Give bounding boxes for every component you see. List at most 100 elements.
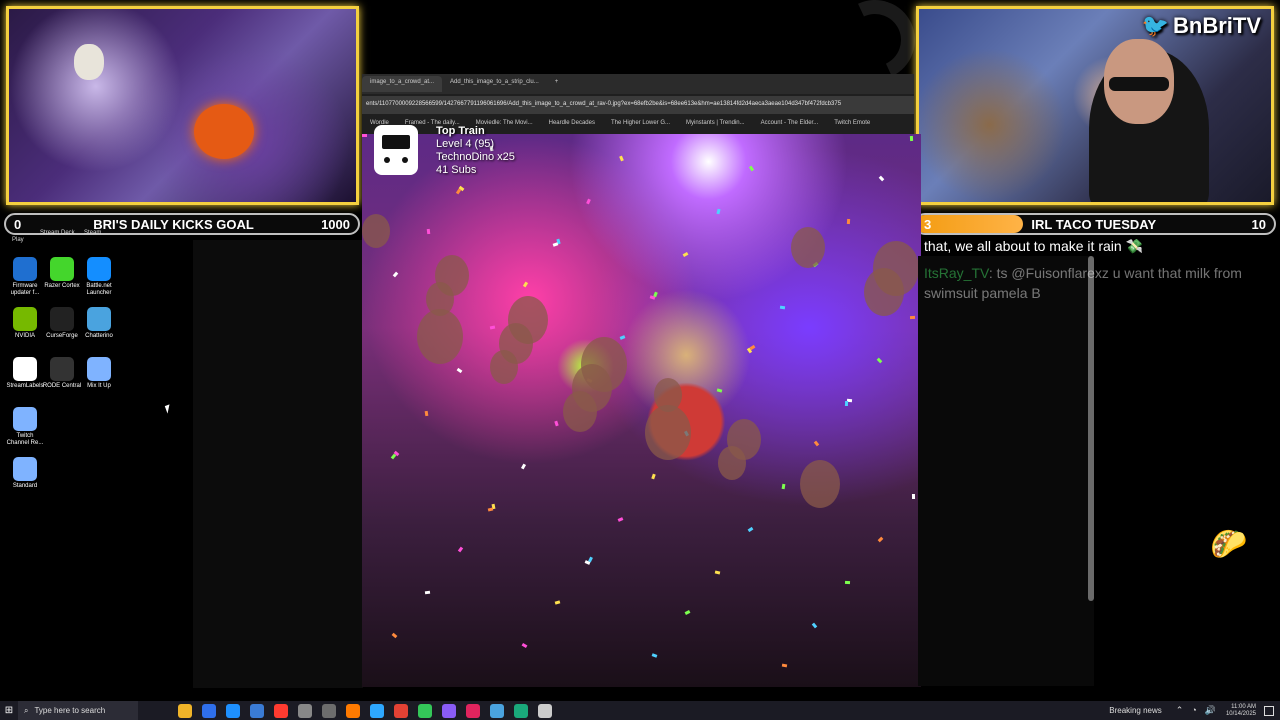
desktop-icon-5[interactable]: Chatterino <box>79 307 119 340</box>
browser-tab-2[interactable]: Add_this_image_to_a_strip_clu... <box>442 76 547 92</box>
taskbar-app-icon[interactable] <box>178 703 192 718</box>
taskbar-app-icon[interactable] <box>298 703 312 718</box>
taco-goal-target: 10 <box>1251 216 1266 232</box>
taskbar-app-icon[interactable] <box>250 703 264 718</box>
taskbar-app-icon[interactable] <box>370 703 384 718</box>
desktop-icon-label: Battle.net Launcher <box>86 283 112 296</box>
new-tab-button[interactable]: + <box>547 76 567 92</box>
desktop-icon-4[interactable]: CurseForge <box>42 307 82 340</box>
confetti-piece <box>747 526 754 533</box>
confetti-piece <box>617 517 624 522</box>
confetti-piece <box>813 440 820 447</box>
webcam-left-decor <box>6 6 359 205</box>
confetti-piece <box>522 281 529 288</box>
twitter-icon: 🐦 <box>1141 13 1169 38</box>
taskbar-app-icon[interactable] <box>538 703 552 718</box>
taskbar-app-icon[interactable] <box>466 703 480 718</box>
search-placeholder: Type here to search <box>34 706 106 715</box>
chat-username[interactable]: ItsRay_TV <box>924 265 989 281</box>
razer-icon <box>50 257 74 281</box>
taskbar-app-icon[interactable] <box>274 703 288 718</box>
chat-message-1-text: that, we all about to make it rain <box>924 238 1122 254</box>
desktop-icon-label: CurseForge <box>46 333 78 339</box>
clock[interactable]: 11:00 AM 10/14/2025 <box>1226 704 1256 718</box>
skull-decoration <box>74 44 104 80</box>
confetti-piece <box>586 198 591 205</box>
train-text: Top Train Level 4 (95) TechnoDino x25 41… <box>436 125 515 177</box>
desktop-icon-10[interactable]: Standard <box>5 457 45 490</box>
taco-goal-title: IRL TACO TUESDAY <box>1031 216 1157 232</box>
desktop-icon-9[interactable]: Twitch Channel Re... <box>5 407 45 447</box>
taskbar-app-icon[interactable] <box>346 703 360 718</box>
news-widget[interactable]: Breaking news <box>1109 706 1161 715</box>
confetti-piece <box>390 453 397 460</box>
windows-start-icon[interactable]: ⊞ <box>0 705 18 716</box>
taskbar-app-icon[interactable] <box>514 703 528 718</box>
webcam-streamer: 🐦 BnBriTV <box>916 6 1274 205</box>
taskbar-app-icon[interactable] <box>322 703 336 718</box>
confetti-piece <box>876 357 883 364</box>
stream-overlay: 🐦 BnBriTV 0 BRI'S DAILY KICKS GOAL 1000 3… <box>0 0 1280 720</box>
url-bar[interactable]: ents/1107700009228566599/142766779119606… <box>362 96 914 114</box>
desktop-icon-6[interactable]: StreamLabels <box>5 357 45 390</box>
desktop-icon-2[interactable]: Battle.net Launcher <box>79 257 119 297</box>
black-panel <box>193 240 363 688</box>
nvidia-icon <box>13 307 37 331</box>
clock-time: 11:00 AM <box>1231 703 1256 710</box>
taskbar-app-icon[interactable] <box>442 703 456 718</box>
confetti-piece <box>455 188 462 195</box>
confetti-piece <box>391 632 398 639</box>
crowd-person <box>645 405 691 461</box>
taskbar-app-icon[interactable] <box>202 703 216 718</box>
desktop-icon-7[interactable]: RODE Central <box>42 357 82 390</box>
hype-train-widget: Top Train Level 4 (95) TechnoDino x25 41… <box>372 123 542 183</box>
desktop-label-steam[interactable]: Steam <box>84 230 101 236</box>
bookmark-item[interactable]: Twitch Emote <box>834 120 870 126</box>
chat-messages: that, we all about to make it rain 💸 Its… <box>921 236 1280 303</box>
confetti-piece <box>911 493 916 500</box>
confetti-piece <box>424 590 431 595</box>
party-image <box>362 134 921 687</box>
confetti-piece <box>846 218 851 225</box>
taco-hand-icon: 🌮 <box>1210 528 1248 561</box>
battlenet-icon <box>87 257 111 281</box>
bookmark-item[interactable]: Myinstants | Trendin... <box>686 120 745 126</box>
taskbar-app-icon[interactable] <box>226 703 240 718</box>
desktop-icon-8[interactable]: Mix It Up <box>79 357 119 390</box>
network-icon[interactable]: ◔ <box>1191 705 1196 716</box>
desktop-label-streamdeck[interactable]: Stream Deck <box>40 230 75 236</box>
twitter-handle: 🐦 BnBriTV <box>1142 13 1261 39</box>
browser-tab-1[interactable]: image_to_a_crowd_at... <box>362 76 443 92</box>
desktop-icon-3[interactable]: NVIDIA <box>5 307 45 340</box>
chat-scrollbar[interactable] <box>1088 256 1094 601</box>
crowd-person <box>490 350 518 384</box>
crowd-person <box>563 391 597 432</box>
confetti-piece <box>878 175 885 182</box>
confetti-piece <box>487 507 494 512</box>
volume-icon[interactable]: 🔊 <box>1205 705 1216 716</box>
rode-icon <box>50 357 74 381</box>
confetti-piece <box>521 642 528 649</box>
confetti-piece <box>811 622 818 629</box>
taskbar-search[interactable]: ⌕ Type here to search <box>18 701 138 720</box>
desktop-label-play[interactable]: Play <box>12 237 24 243</box>
standard-icon <box>13 457 37 481</box>
kicks-goal-current: 0 <box>14 216 22 232</box>
crowd-person <box>864 268 904 316</box>
chevron-up-icon[interactable]: ⌃ <box>1176 705 1184 716</box>
confetti-piece <box>426 228 431 235</box>
bookmark-item[interactable]: Heardle Decades <box>549 120 595 126</box>
crowd-person <box>718 446 746 480</box>
desktop-icon-1[interactable]: Razer Cortex <box>42 257 82 290</box>
taskbar-app-icon[interactable] <box>394 703 408 718</box>
notification-icon[interactable] <box>1264 705 1274 716</box>
taskbar-app-icon[interactable] <box>490 703 504 718</box>
taskbar-app-icon[interactable] <box>418 703 432 718</box>
bookmark-item[interactable]: The Higher Lower G... <box>611 120 670 126</box>
confetti-piece <box>779 305 786 310</box>
confetti-piece <box>520 463 527 470</box>
desktop-icon-0[interactable]: Firmware updater f... <box>5 257 45 297</box>
bookmark-item[interactable]: Account - The Elder... <box>761 120 819 126</box>
browser-tabs: image_to_a_crowd_at... Add_this_image_to… <box>362 74 914 94</box>
curseforge-icon <box>50 307 74 331</box>
